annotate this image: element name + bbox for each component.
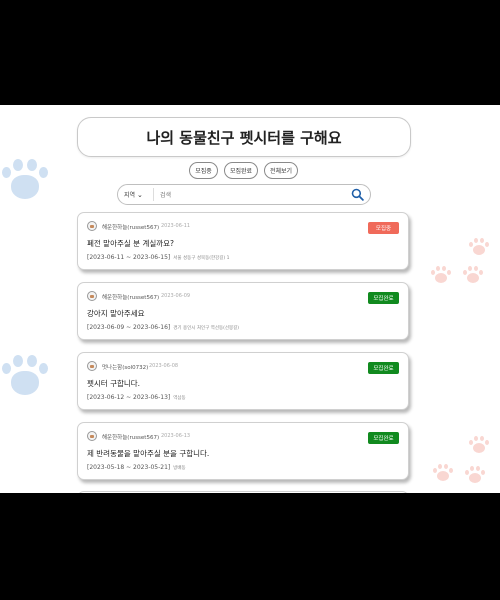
search-input[interactable]	[158, 187, 342, 203]
post-card[interactable]	[77, 491, 409, 493]
status-badge: 모집완료	[368, 362, 399, 374]
post-period: [2023-06-12 ~ 2023-06-13] 역삼동	[87, 394, 186, 401]
post-author: 해운한하늘(russet567)	[102, 435, 160, 441]
page-title-box: 나의 동물친구 펫시터를 구해요	[77, 117, 411, 157]
post-author: 해운한하늘(russet567)	[102, 295, 160, 301]
post-period-dates: [2023-06-11 ~ 2023-06-15]	[87, 254, 171, 261]
post-location: 서울 성동구 성북동(한강길) 1	[173, 256, 230, 261]
paw-print-icon	[0, 353, 52, 405]
paw-print-icon	[462, 265, 484, 287]
chevron-down-icon: ⌄	[137, 190, 143, 199]
post-author: 해운한하늘(russet567)	[102, 225, 160, 231]
paw-print-icon	[468, 237, 490, 259]
paw-print-icon	[0, 157, 52, 209]
paw-print-icon	[432, 463, 454, 485]
post-card[interactable]: 해운한하늘(russet567) 2023-06-09 모집완료 강아지 맡아주…	[77, 282, 409, 340]
filter-all-button[interactable]: 전체보기	[264, 162, 298, 179]
post-period: [2023-06-09 ~ 2023-06-16] 경기 용인시 처인구 역선동(…	[87, 324, 239, 331]
post-location: 방배동	[173, 466, 186, 471]
page-title: 나의 동물친구 펫시터를 구해요	[146, 128, 342, 147]
post-location: 경기 용인시 처인구 역선동(선봉길)	[173, 326, 240, 331]
post-card[interactable]: 멋나는함(sol0732) 2023-06-08 모집완료 펫시터 구합니다. …	[77, 352, 409, 410]
post-title: 폐전 맡아주실 분 계실까요?	[87, 239, 175, 248]
paw-print-icon	[464, 465, 486, 487]
post-date: 2023-06-13	[161, 433, 191, 439]
post-period-dates: [2023-06-09 ~ 2023-06-16]	[87, 324, 171, 331]
post-author: 멋나는함(sol0732)	[102, 365, 149, 371]
search-divider	[153, 188, 154, 201]
region-select[interactable]: 지역 ⌄	[124, 185, 143, 204]
search-icon[interactable]	[351, 188, 364, 201]
avatar	[87, 431, 97, 441]
paw-print-icon	[430, 265, 452, 287]
avatar	[87, 291, 97, 301]
paw-print-icon	[468, 435, 490, 457]
post-date: 2023-06-11	[161, 223, 191, 229]
post-period-dates: [2023-06-12 ~ 2023-06-13]	[87, 394, 171, 401]
status-badge: 모집완료	[368, 432, 399, 444]
avatar	[87, 361, 97, 371]
filter-closed-button[interactable]: 모집완료	[224, 162, 258, 179]
post-period-dates: [2023-05-18 ~ 2023-05-21]	[87, 464, 171, 471]
post-period: [2023-06-11 ~ 2023-06-15] 서울 성동구 성북동(한강길)…	[87, 254, 229, 261]
post-date: 2023-06-09	[161, 293, 191, 299]
post-card[interactable]: 해운한하늘(russet567) 2023-06-13 모집완료 제 반려동물을…	[77, 422, 409, 480]
post-title: 제 반려동물을 맡아주실 분을 구합니다.	[87, 449, 210, 458]
filter-recruiting-button[interactable]: 모집중	[189, 162, 218, 179]
avatar	[87, 221, 97, 231]
status-badge: 모집중	[368, 222, 399, 234]
post-date: 2023-06-08	[149, 363, 179, 369]
region-select-label: 지역	[124, 192, 136, 199]
post-period: [2023-05-18 ~ 2023-05-21] 방배동	[87, 464, 186, 471]
search-bar: 지역 ⌄	[117, 184, 371, 205]
post-title: 펫시터 구합니다.	[87, 379, 141, 388]
post-title: 강아지 맡아주세요	[87, 309, 145, 318]
status-badge: 모집완료	[368, 292, 399, 304]
post-location: 역삼동	[173, 396, 186, 401]
post-card[interactable]: 해운한하늘(russet567) 2023-06-11 모집중 폐전 맡아주실 …	[77, 212, 409, 270]
app-viewport: 나의 동물친구 펫시터를 구해요 모집중 모집완료 전체보기 지역 ⌄ 해운한하…	[0, 105, 500, 493]
